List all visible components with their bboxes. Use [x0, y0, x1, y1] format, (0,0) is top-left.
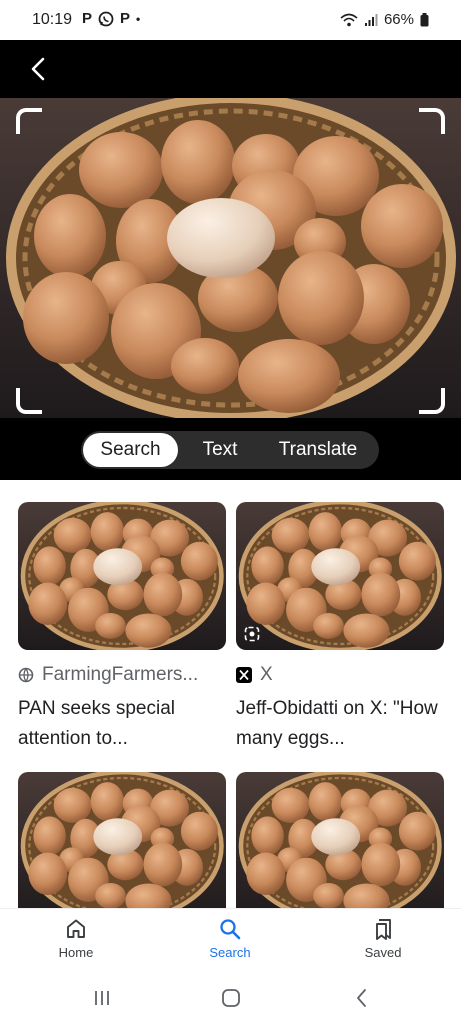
result-title[interactable]: Jeff-Obidatti on X: "How many eggs... — [236, 694, 444, 754]
battery-percent: 66% — [383, 11, 414, 28]
lens-header — [0, 40, 461, 98]
status-bar: 10:19 P P • 66% — [0, 0, 461, 40]
egg-basket-thumbnail — [236, 772, 444, 908]
egg-basket-thumbnail — [18, 502, 226, 650]
lens-image-stage: Search Text Translate — [0, 98, 461, 480]
nav-search[interactable]: Search — [175, 917, 285, 960]
egg-basket-photo[interactable] — [0, 98, 461, 418]
back-arrow-icon[interactable] — [24, 54, 54, 84]
system-nav-bar — [0, 974, 461, 1024]
system-back-icon[interactable] — [352, 988, 372, 1008]
status-right: 66% — [340, 11, 429, 28]
result-thumbnail[interactable] — [18, 772, 226, 908]
crop-handle-bottom-right[interactable] — [419, 388, 445, 414]
result-source: FarmingFarmers... — [18, 664, 226, 686]
home-icon — [67, 919, 85, 938]
saved-icon — [376, 919, 391, 940]
nav-home-label: Home — [58, 945, 94, 960]
x-logo-icon — [236, 667, 252, 683]
result-card-2[interactable]: X Jeff-Obidatti on X: "How many eggs... — [236, 502, 444, 754]
bottom-nav: Home Search Saved — [0, 908, 461, 974]
result-title[interactable]: PAN seeks special attention to... — [18, 694, 226, 754]
nav-search-label: Search — [209, 945, 251, 960]
result-card-1[interactable]: FarmingFarmers... PAN seeks special atte… — [18, 502, 226, 754]
lens-mode-selector: Search Text Translate — [81, 431, 379, 469]
search-icon — [220, 919, 241, 940]
crop-handle-top-right[interactable] — [419, 108, 445, 134]
home-button-icon[interactable] — [221, 988, 241, 1008]
result-source: X — [236, 664, 444, 686]
recent-apps-icon[interactable] — [92, 988, 112, 1008]
result-card-4[interactable] — [236, 772, 444, 908]
egg-basket-thumbnail — [236, 502, 444, 650]
result-source-name: X — [260, 664, 273, 685]
nav-saved[interactable]: Saved — [328, 917, 438, 960]
globe-icon — [18, 667, 34, 683]
egg-basket-thumbnail — [18, 772, 226, 908]
crop-handle-top-left[interactable] — [16, 108, 42, 134]
nav-saved-label: Saved — [364, 945, 402, 960]
crop-handle-bottom-left[interactable] — [16, 388, 42, 414]
result-source-name: FarmingFarmers... — [42, 664, 199, 685]
signal-icon — [364, 13, 378, 26]
results-grid: FarmingFarmers... PAN seeks special atte… — [0, 480, 461, 908]
lens-badge-icon — [244, 626, 260, 642]
result-thumbnail[interactable] — [236, 772, 444, 908]
notification-icons: P P • — [82, 10, 140, 27]
whatsapp-icon — [98, 11, 114, 26]
result-card-3[interactable] — [18, 772, 226, 908]
result-thumbnail[interactable] — [18, 502, 226, 650]
notification-dot-icon: • — [136, 11, 141, 26]
wifi-icon — [340, 13, 358, 26]
mode-text-tab[interactable]: Text — [178, 433, 262, 467]
status-time: 10:19 — [32, 11, 73, 28]
result-thumbnail[interactable] — [236, 502, 444, 650]
nav-home[interactable]: Home — [21, 917, 131, 960]
notification-p-icon-2: P — [120, 10, 131, 27]
mode-search-tab[interactable]: Search — [83, 433, 178, 467]
notification-p-icon: P — [82, 10, 93, 27]
battery-icon — [420, 12, 429, 26]
mode-translate-tab[interactable]: Translate — [262, 433, 374, 467]
